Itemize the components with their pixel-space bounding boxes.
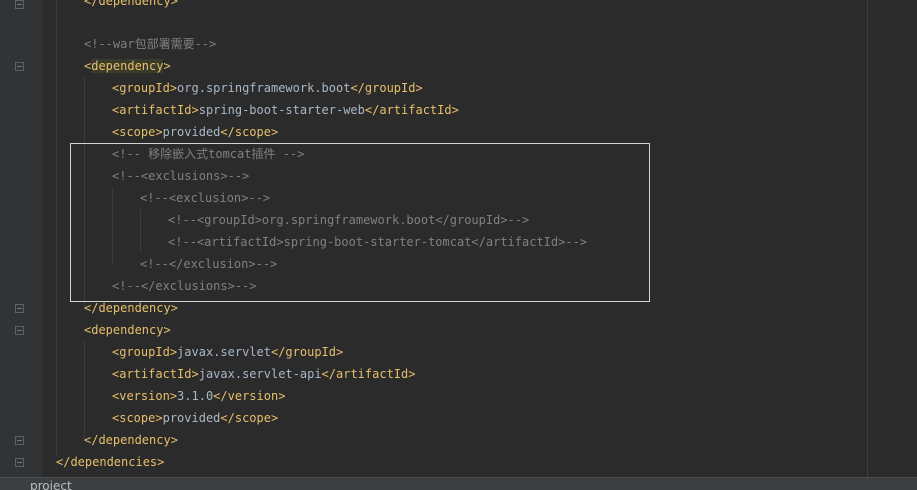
code-line[interactable]: </dependencies> — [42, 451, 164, 473]
code-line[interactable]: <scope>provided</scope> — [42, 407, 278, 429]
xml-value: javax.servlet-api — [198, 367, 322, 381]
fold-marker-icon[interactable] — [15, 458, 24, 467]
xml-tag: <version> — [112, 389, 178, 403]
code-line[interactable]: <artifactId>javax.servlet-api</artifactI… — [42, 363, 415, 385]
code-line[interactable]: <version>3.1.0</version> — [42, 385, 285, 407]
fold-marker-icon[interactable] — [15, 326, 24, 335]
code-line[interactable]: <groupId>org.springframework.boot</group… — [42, 77, 423, 99]
xml-comment: <!--war包部署需要--> — [84, 37, 217, 51]
code-line[interactable]: <dependency> — [42, 319, 171, 341]
xml-tag: <artifactId> — [112, 367, 199, 381]
xml-tag: <dependency> — [84, 323, 171, 337]
code-line[interactable]: <dependency> — [42, 55, 171, 77]
xml-tag: </version> — [213, 389, 286, 403]
xml-tag: </artifactId> — [364, 103, 459, 117]
breadcrumb-bar: project — [0, 477, 917, 490]
xml-value: 3.1.0 — [177, 389, 214, 403]
xml-tag: </dependency> — [84, 0, 178, 8]
editor-gutter — [0, 0, 42, 477]
code-line[interactable]: <groupId>javax.servlet</groupId> — [42, 341, 343, 363]
xml-tag: </dependencies> — [56, 455, 165, 469]
xml-tag: </groupId> — [270, 345, 344, 359]
xml-tag: </artifactId> — [321, 367, 416, 381]
selection-box — [70, 143, 650, 302]
xml-tag: <scope> — [112, 411, 163, 425]
xml-value: provided — [162, 411, 221, 425]
code-line[interactable]: </dependency> — [42, 429, 178, 451]
fold-marker-icon[interactable] — [15, 0, 24, 9]
code-line[interactable]: <scope>provided</scope> — [42, 121, 278, 143]
code-line[interactable]: </dependency> — [42, 0, 178, 12]
fold-marker-icon[interactable] — [15, 62, 24, 71]
fold-marker-icon[interactable] — [15, 436, 24, 445]
xml-value: org.springframework.boot — [177, 81, 351, 95]
xml-value: spring-boot-starter-web — [198, 103, 365, 117]
xml-value: javax.servlet — [177, 345, 271, 359]
code-line[interactable]: <artifactId>spring-boot-starter-web</art… — [42, 99, 459, 121]
xml-tag: <dependency> — [84, 59, 171, 73]
xml-tag: </dependency> — [84, 433, 178, 447]
xml-tag: </groupId> — [350, 81, 423, 95]
xml-value: provided — [162, 125, 221, 139]
code-line[interactable]: <!--war包部署需要--> — [42, 33, 216, 55]
fold-marker-icon[interactable] — [15, 304, 24, 313]
right-margin-guide — [867, 0, 868, 477]
xml-tag: <artifactId> — [112, 103, 199, 117]
xml-tag: <groupId> — [112, 345, 178, 359]
xml-tag: </scope> — [220, 125, 279, 139]
xml-tag: </scope> — [220, 411, 279, 425]
breadcrumb[interactable]: project — [30, 478, 72, 490]
xml-tag: <groupId> — [112, 81, 178, 95]
xml-tag: <scope> — [112, 125, 163, 139]
xml-tag: </dependency> — [84, 301, 178, 315]
